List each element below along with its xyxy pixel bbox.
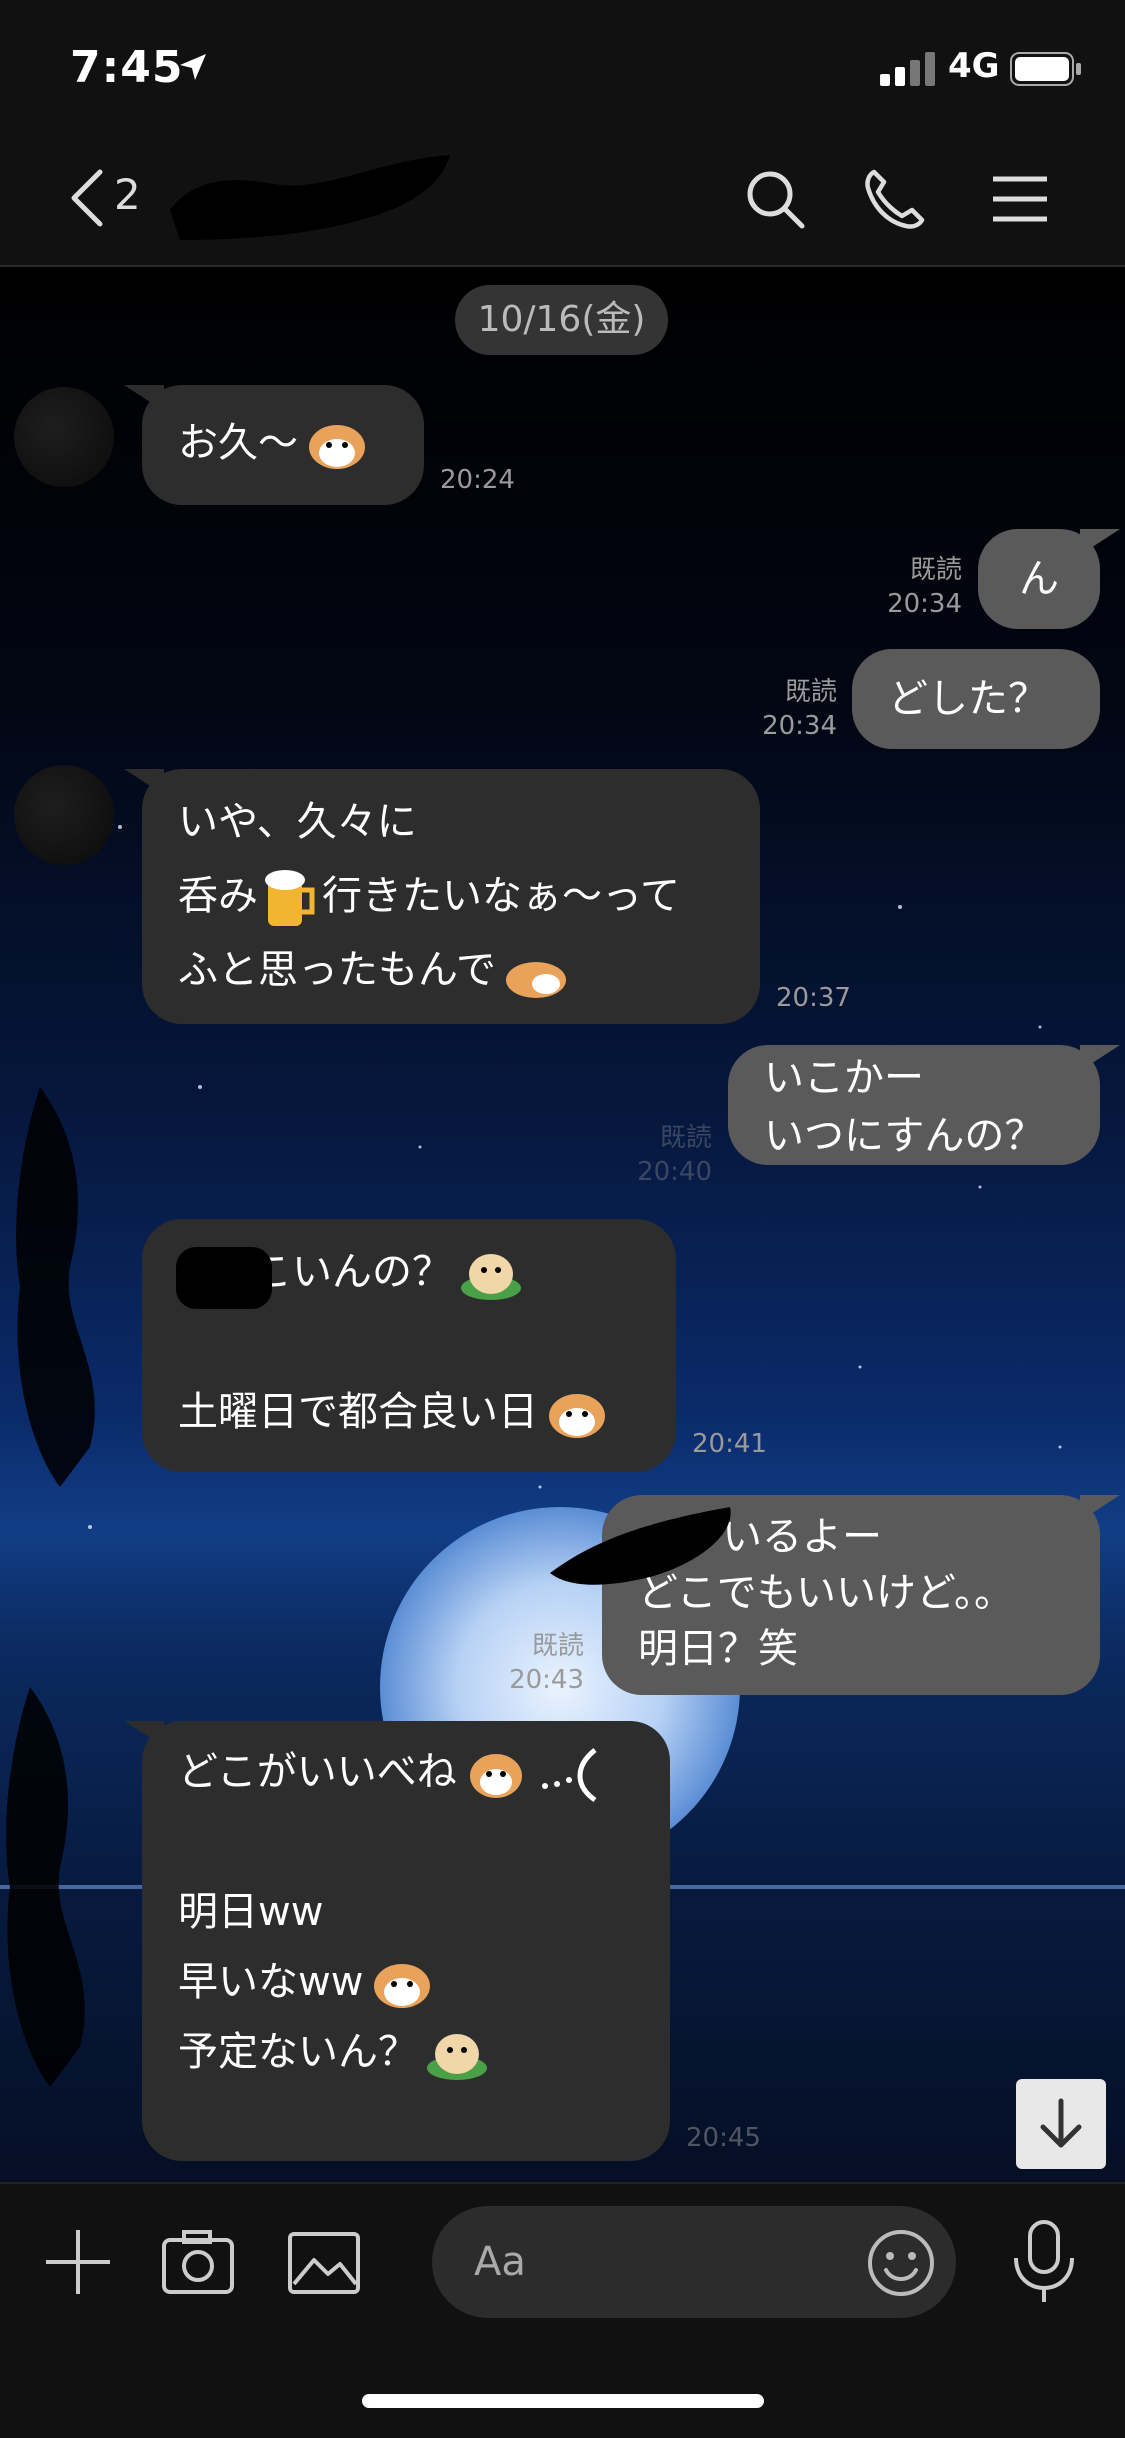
message-bubble-incoming[interactable]: お久〜 xyxy=(142,385,424,505)
phone-icon[interactable] xyxy=(860,164,930,234)
redacted-text xyxy=(176,1247,272,1309)
read-label: 既読 xyxy=(531,1631,584,1661)
message-time: 20:43 xyxy=(509,1665,584,1695)
message-text: ふと思ったもんで xyxy=(178,947,496,993)
message-input-box[interactable] xyxy=(432,2206,956,2318)
message-text: 行きたいなぁ〜って xyxy=(322,873,680,919)
chat-header: 2 xyxy=(0,130,1125,267)
contact-avatar[interactable] xyxy=(14,765,114,865)
message-text: いつにすんの？ xyxy=(764,1113,1045,1159)
whoosh-effect-icon xyxy=(541,1748,597,1802)
message-bubble-incoming[interactable]: どこがいいべね 明日ww 早いなww 予定ないん？ xyxy=(142,1721,670,2161)
message-text: いこかー xyxy=(764,1055,924,1101)
message-text: 早いなww xyxy=(178,1959,364,2005)
message-text xyxy=(178,1307,640,1377)
emoji-icon[interactable] xyxy=(866,2228,936,2298)
message-text xyxy=(178,1807,634,1877)
redacted-text xyxy=(550,1507,731,1585)
message-time: 20:24 xyxy=(440,465,515,495)
message-text: 予定ないん？ xyxy=(178,2029,418,2075)
camera-icon[interactable] xyxy=(160,2224,236,2300)
message-text: 土曜日で都合良い日 xyxy=(178,1389,538,1435)
read-label: 既読 xyxy=(909,555,962,585)
message-bubble-outgoing[interactable]: どした？ xyxy=(852,649,1100,749)
network-type: 4G xyxy=(948,46,1000,86)
message-text: どした？ xyxy=(888,676,1048,722)
message-read-status: 既読 20:40 xyxy=(600,1121,712,1189)
shiba-dog-sticker-icon xyxy=(469,1754,522,1798)
message-text: ん xyxy=(1019,556,1059,602)
message-time: 20:45 xyxy=(686,2123,761,2153)
message-text: こいんの？ xyxy=(252,1249,452,1295)
message-text: 呑み xyxy=(178,873,258,919)
unread-count[interactable]: 2 xyxy=(114,170,141,219)
back-chevron-icon[interactable] xyxy=(60,168,120,228)
read-label: 既読 xyxy=(659,1123,712,1153)
beer-mug-icon xyxy=(265,870,315,926)
search-icon[interactable] xyxy=(740,164,810,234)
shiba-dog-leaf-sticker-icon xyxy=(427,2034,487,2080)
message-text: どこがいいべね xyxy=(178,1749,457,1795)
status-bar: 7:45 4G xyxy=(0,0,1125,130)
battery-icon xyxy=(1010,52,1081,86)
message-text: お久〜 xyxy=(178,420,298,466)
redacted-chat-title xyxy=(170,155,450,240)
message-text: 明日ww xyxy=(178,1889,324,1935)
message-bubble-incoming[interactable]: いや、久々に 呑み 行きたいなぁ〜って ふと思ったもんで xyxy=(142,769,760,1024)
menu-icon[interactable] xyxy=(985,164,1055,234)
message-text: 明日？笑 xyxy=(638,1626,798,1672)
shiba-dog-leaf-sticker-icon xyxy=(461,1254,521,1300)
scroll-to-bottom-button[interactable] xyxy=(1016,2079,1106,2169)
shiba-dog-sticker-icon xyxy=(374,1964,431,2008)
message-read-status: 既読 20:34 xyxy=(850,553,962,621)
message-text: いや、久々に xyxy=(178,799,417,845)
contact-avatar[interactable] xyxy=(14,387,114,487)
message-read-status: 既読 20:43 xyxy=(472,1629,584,1697)
message-time: 20:34 xyxy=(887,589,962,619)
image-icon[interactable] xyxy=(286,2224,362,2300)
location-arrow-icon xyxy=(180,54,206,80)
plus-icon[interactable] xyxy=(40,2224,116,2300)
microphone-icon[interactable] xyxy=(1006,2218,1082,2306)
read-label: 既読 xyxy=(784,677,837,707)
message-time: 20:41 xyxy=(692,1429,767,1459)
shiba-dog-sticker-icon xyxy=(549,1394,605,1438)
signal-strength-icon xyxy=(880,52,935,86)
message-bubble-outgoing[interactable]: いこかー いつにすんの？ xyxy=(728,1045,1100,1165)
date-divider: 10/16(金) xyxy=(455,285,668,355)
shiba-dog-sticker-icon xyxy=(309,425,365,469)
shiba-dog-sleeping-sticker-icon xyxy=(506,962,566,998)
message-read-status: 既読 20:34 xyxy=(725,675,837,743)
message-input[interactable] xyxy=(472,2236,836,2288)
message-list[interactable]: 10/16(金) お久〜 20:24 ん 既読 20:34 どした？ 既読 20… xyxy=(0,267,1125,2182)
home-indicator[interactable] xyxy=(362,2394,764,2408)
message-time: 20:37 xyxy=(776,983,851,1013)
status-time: 7:45 xyxy=(70,42,184,93)
message-time: 20:40 xyxy=(637,1157,712,1187)
arrow-down-icon xyxy=(1040,2098,1082,2148)
message-time: 20:34 xyxy=(762,711,837,741)
